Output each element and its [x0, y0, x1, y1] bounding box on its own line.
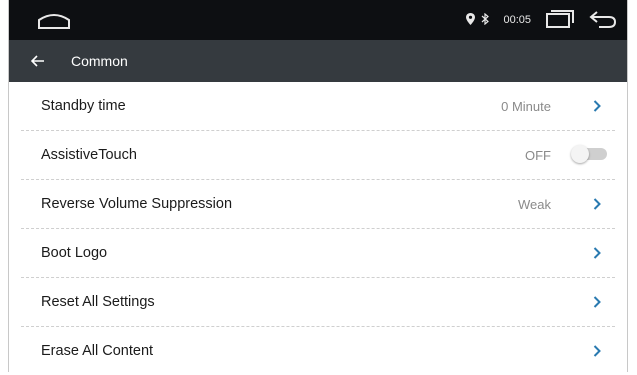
chevron-right-icon[interactable]	[587, 243, 607, 263]
setting-value: Weak	[518, 196, 551, 212]
setting-erase-all-content[interactable]: Erase All Content	[21, 327, 615, 375]
bluetooth-icon	[481, 12, 490, 28]
setting-label: Erase All Content	[41, 343, 154, 359]
setting-label: Standby time	[41, 98, 126, 114]
setting-reverse-volume-suppression[interactable]: Reverse Volume Suppression Weak	[21, 180, 615, 229]
setting-label: AssistiveTouch	[41, 147, 137, 163]
title-bar: Common	[9, 40, 627, 82]
recent-apps-icon[interactable]	[545, 9, 575, 31]
chevron-right-icon[interactable]	[587, 292, 607, 312]
setting-assistive-touch[interactable]: AssistiveTouch OFF	[21, 131, 615, 180]
status-indicators	[466, 12, 490, 28]
location-icon	[466, 12, 476, 28]
setting-boot-logo[interactable]: Boot Logo	[21, 229, 615, 278]
setting-label: Boot Logo	[41, 245, 108, 261]
back-arrow-icon[interactable]	[31, 55, 61, 67]
status-bar: 00:05	[9, 0, 627, 40]
page-title: Common	[71, 53, 128, 69]
back-icon[interactable]	[589, 10, 617, 31]
assistive-touch-toggle[interactable]	[571, 145, 607, 163]
setting-value: 0 Minute	[501, 98, 551, 114]
setting-standby-time[interactable]: Standby time 0 Minute	[21, 82, 615, 131]
setting-label: Reverse Volume Suppression	[41, 196, 233, 212]
chevron-right-icon[interactable]	[587, 96, 607, 116]
setting-value: OFF	[525, 147, 551, 163]
home-icon[interactable]	[37, 10, 71, 35]
settings-window: 00:05 Common Standby time 0 Minute Assis…	[8, 0, 628, 372]
toggle-knob	[571, 145, 589, 163]
setting-label: Reset All Settings	[41, 294, 155, 310]
status-time: 00:05	[503, 14, 531, 26]
chevron-right-icon[interactable]	[587, 194, 607, 214]
status-bar-right: 00:05	[466, 0, 617, 40]
setting-reset-all-settings[interactable]: Reset All Settings	[21, 278, 615, 327]
chevron-right-icon[interactable]	[587, 341, 607, 361]
settings-list: Standby time 0 Minute AssistiveTouch OFF…	[21, 82, 615, 375]
